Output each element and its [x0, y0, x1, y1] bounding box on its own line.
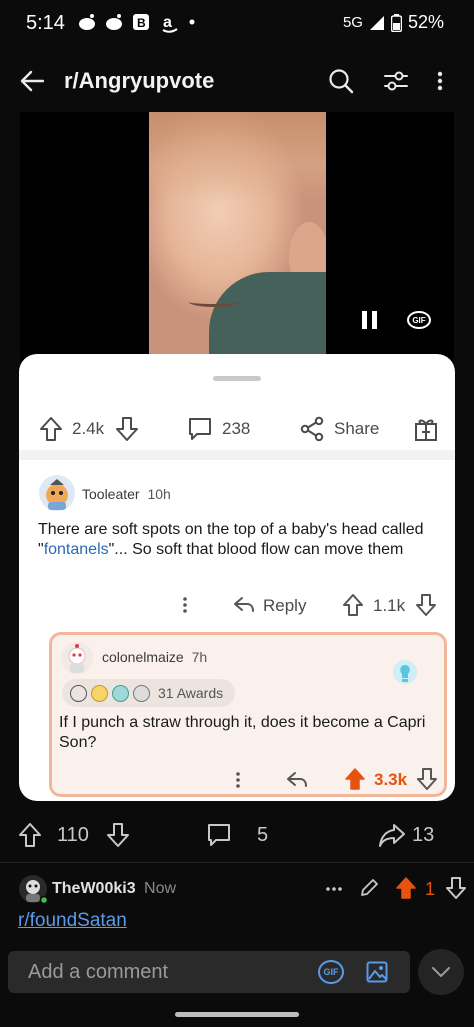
comment-author-line: Tooleater 10h — [82, 486, 171, 502]
chevron-down-icon — [432, 967, 450, 977]
reply-timestamp: 7h — [191, 649, 208, 665]
app-notification-icon: B — [133, 14, 149, 30]
upvote-icon[interactable] — [39, 416, 63, 442]
comment-sheet: 2.4k 238 Share Tooleater 10h There are s… — [19, 354, 455, 801]
gif-picker-button[interactable]: GIF — [318, 960, 344, 984]
downvote-icon[interactable] — [115, 416, 139, 442]
share-arrow-icon[interactable] — [378, 822, 406, 848]
signal-icon — [369, 15, 384, 30]
lower-comment-author-line: TheW00ki3 Now — [52, 880, 176, 898]
status-time: 5:14 — [26, 12, 65, 34]
home-indicator[interactable] — [175, 1012, 299, 1017]
filter-sliders-icon[interactable] — [383, 69, 409, 93]
reply-button[interactable]: Reply — [263, 596, 306, 616]
network-label: 5G — [342, 14, 363, 31]
lower-comment-vote-count: 1 — [425, 879, 436, 899]
status-indicators: 5G 52% — [343, 12, 444, 33]
reddit-notification-icon — [106, 14, 122, 30]
lower-comment-username[interactable]: TheW00ki3 — [52, 880, 136, 897]
award-gift-icon[interactable] — [414, 416, 438, 442]
silver-award-icon — [70, 684, 87, 702]
gif-badge: GIF — [407, 311, 431, 329]
comment-icon[interactable] — [206, 822, 232, 848]
post-action-bar: 110 5 13 — [0, 810, 474, 860]
reply-username[interactable]: colonelmaize — [102, 649, 184, 665]
comment-link[interactable]: fontanels — [44, 541, 109, 558]
comment-action-row: Reply 1.1k — [19, 590, 455, 620]
post-bar-comment-count: 5 — [257, 824, 269, 846]
svg-text:a: a — [163, 14, 172, 31]
avatar[interactable] — [60, 641, 94, 675]
post-bar-vote-count: 110 — [57, 824, 89, 846]
divider — [0, 862, 474, 863]
comment-icon[interactable] — [187, 416, 213, 442]
baby-video-frame — [149, 112, 326, 362]
downvote-icon[interactable] — [106, 822, 130, 848]
svg-text:B: B — [137, 16, 146, 30]
helpful-award-icon — [133, 684, 150, 702]
reply-arrow-icon[interactable] — [233, 595, 255, 615]
downvote-icon[interactable] — [415, 593, 437, 617]
downvote-icon[interactable] — [416, 767, 438, 791]
more-options-icon[interactable] — [235, 771, 241, 789]
reply-arrow-icon[interactable] — [286, 770, 308, 790]
subreddit-title[interactable]: r/Angryupvote — [64, 68, 214, 94]
sheet-drag-handle[interactable] — [213, 376, 261, 381]
avatar[interactable] — [38, 474, 76, 512]
post-video[interactable]: GIF — [20, 112, 454, 362]
status-bar: 5:14 B a 5G 52% — [0, 0, 474, 48]
post-comment-count: 238 — [222, 419, 251, 438]
comment-username[interactable]: Tooleater — [82, 486, 140, 502]
more-horizontal-icon[interactable] — [326, 886, 342, 892]
subreddit-link[interactable]: r/foundSatan — [18, 910, 127, 932]
gold-award-icon — [91, 684, 108, 702]
share-icon[interactable] — [300, 416, 324, 442]
battery-percent: 52% — [407, 12, 444, 32]
comment-timestamp: 10h — [147, 486, 171, 502]
reply-vote-count: 3.3k — [374, 770, 408, 789]
comment-input-placeholder[interactable]: Add a comment — [28, 961, 168, 984]
reply-author-line: colonelmaize 7h — [102, 649, 207, 665]
notification-icons: B a — [78, 13, 196, 33]
more-vertical-icon[interactable] — [436, 70, 444, 92]
more-options-icon[interactable] — [182, 596, 188, 614]
upvote-active-icon[interactable] — [344, 767, 366, 791]
post-action-row: 2.4k 238 Share — [19, 406, 455, 450]
lower-comment-timestamp: Now — [144, 880, 177, 897]
pause-icon[interactable] — [361, 310, 379, 330]
section-divider — [19, 450, 455, 460]
image-picker-icon[interactable] — [366, 960, 388, 984]
edit-pencil-icon[interactable] — [359, 878, 379, 898]
dot-icon — [189, 19, 195, 25]
comment-body: There are soft spots on the top of a bab… — [38, 520, 438, 560]
reply-comment: colonelmaize 7h 31 Awards If I punch a s… — [49, 632, 447, 797]
battery-icon — [390, 13, 402, 32]
amazon-notification-icon: a — [162, 14, 178, 33]
share-label[interactable]: Share — [334, 419, 379, 439]
reply-body: If I punch a straw through it, does it b… — [59, 714, 426, 751]
reddit-notification-icon — [79, 14, 95, 30]
lightbulb-award-icon — [393, 660, 417, 684]
collapse-button[interactable] — [418, 949, 464, 995]
platinum-award-icon — [112, 684, 129, 702]
post-vote-count: 2.4k — [72, 419, 105, 438]
upvote-icon[interactable] — [342, 593, 364, 617]
comment-vote-count: 1.1k — [373, 596, 406, 615]
awards-pill[interactable]: 31 Awards — [62, 679, 236, 707]
post-bar-share-count: 13 — [412, 824, 435, 846]
comment-text-suffix: "... So soft that blood flow can move th… — [108, 541, 404, 558]
upvote-active-icon[interactable] — [395, 876, 417, 900]
awards-count: 31 Awards — [158, 685, 224, 701]
back-arrow-icon[interactable] — [20, 70, 44, 92]
avatar[interactable] — [18, 874, 48, 904]
downvote-icon[interactable] — [445, 876, 467, 900]
search-icon[interactable] — [328, 68, 354, 94]
upvote-icon[interactable] — [18, 822, 42, 848]
